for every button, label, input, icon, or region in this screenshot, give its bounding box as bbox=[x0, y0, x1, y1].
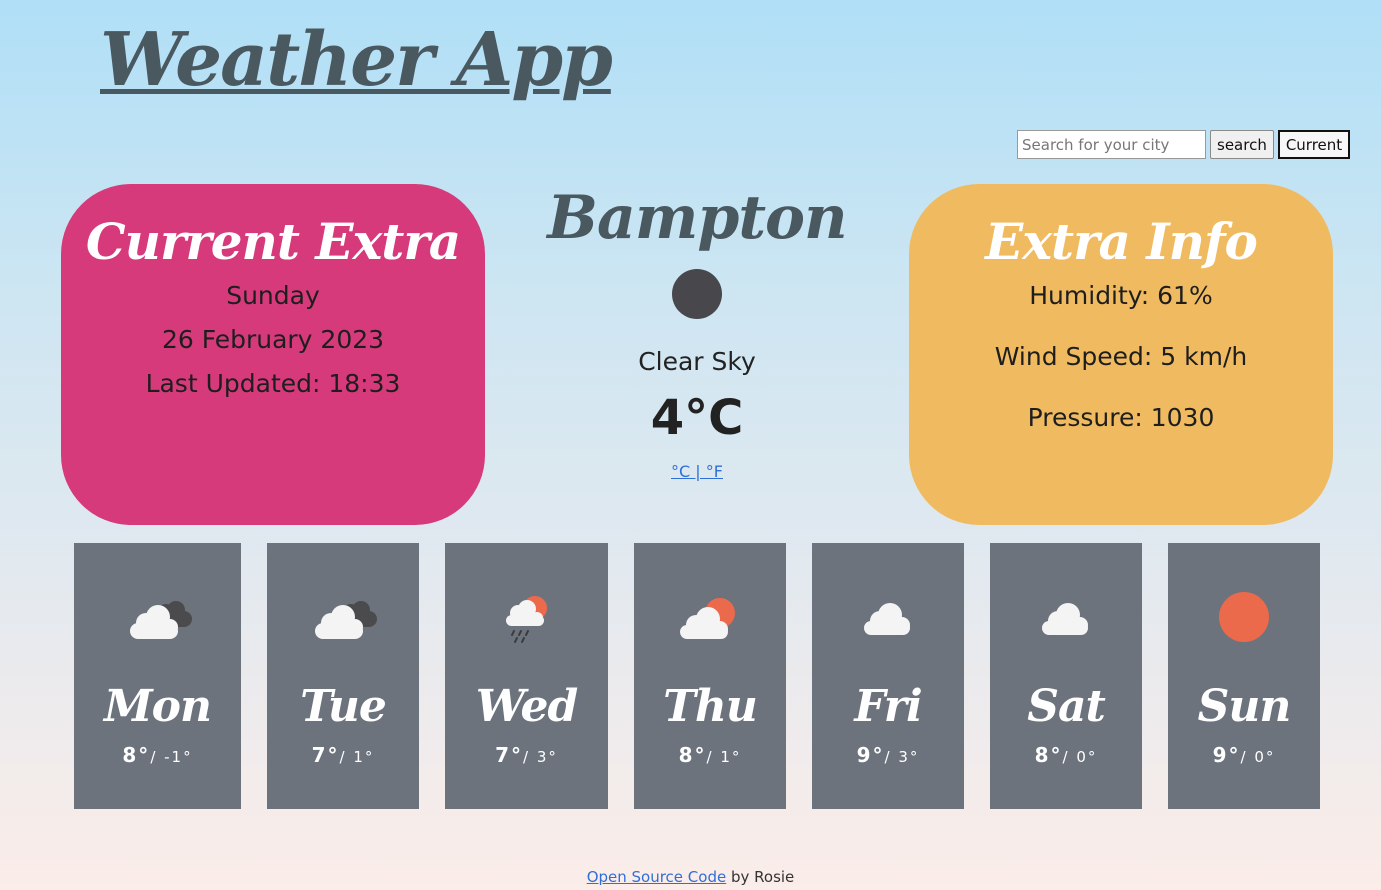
cloud-icon bbox=[812, 591, 964, 647]
cloud-icon bbox=[990, 591, 1142, 647]
footer-credit: by Rosie bbox=[726, 868, 795, 886]
forecast-max: 8° bbox=[122, 743, 151, 767]
partly-cloudy-icon bbox=[634, 591, 786, 647]
forecast-day: Thu bbox=[663, 681, 758, 732]
forecast-day: Wed bbox=[475, 681, 579, 732]
app-title: Weather App bbox=[100, 17, 613, 103]
current-extra-card: Current Extra Sunday 26 February 2023 La… bbox=[61, 184, 485, 525]
forecast-max: 8° bbox=[678, 743, 707, 767]
forecast-temps: 9°/ 0° bbox=[1168, 743, 1320, 767]
humidity: Humidity: 61% bbox=[1029, 281, 1213, 310]
forecast-day: Tue bbox=[300, 681, 387, 732]
current-day: Sunday bbox=[226, 281, 320, 310]
forecast-temps: 9°/ 3° bbox=[812, 743, 964, 767]
city-name: Bampton bbox=[547, 183, 847, 253]
search-button[interactable]: search bbox=[1210, 130, 1274, 159]
forecast-card: Sun 9°/ 0° bbox=[1168, 543, 1320, 809]
forecast-card: Tue 7°/ 1° bbox=[267, 543, 419, 809]
forecast-day: Fri bbox=[854, 681, 922, 732]
forecast-max: 8° bbox=[1034, 743, 1063, 767]
forecast-min: / 1° bbox=[339, 748, 375, 766]
forecast-min: / -1° bbox=[150, 748, 193, 766]
forecast-card: Sat 8°/ 0° bbox=[990, 543, 1142, 809]
extra-info-card: Extra Info Humidity: 61% Wind Speed: 5 k… bbox=[909, 184, 1333, 525]
forecast-temps: 7°/ 1° bbox=[267, 743, 419, 767]
rain-sun-icon bbox=[445, 591, 608, 647]
forecast-card: Wed 7°/ 3° bbox=[445, 543, 608, 809]
forecast-max: 7° bbox=[495, 743, 524, 767]
forecast-min: / 0° bbox=[1062, 748, 1098, 766]
footer: Open Source Code by Rosie bbox=[0, 868, 1381, 886]
moon-icon bbox=[672, 269, 722, 319]
search-form: search Current bbox=[1017, 130, 1351, 159]
weather-description: Clear Sky bbox=[638, 347, 756, 376]
cloudy-icon bbox=[267, 591, 419, 647]
forecast-max: 7° bbox=[311, 743, 340, 767]
forecast-temps: 7°/ 3° bbox=[445, 743, 608, 767]
forecast-temps: 8°/ 0° bbox=[990, 743, 1142, 767]
forecast-min: / 3° bbox=[884, 748, 920, 766]
current-weather: Bampton Clear Sky 4°C °C | °F bbox=[547, 183, 847, 482]
open-source-link[interactable]: Open Source Code bbox=[587, 868, 727, 886]
current-extra-title: Current Extra bbox=[85, 212, 461, 271]
forecast-max: 9° bbox=[856, 743, 885, 767]
forecast-temps: 8°/ -1° bbox=[74, 743, 241, 767]
unit-toggle-link[interactable]: °C | °F bbox=[671, 462, 723, 481]
forecast-max: 9° bbox=[1212, 743, 1241, 767]
wind-speed: Wind Speed: 5 km/h bbox=[994, 342, 1248, 371]
forecast-min: / 0° bbox=[1240, 748, 1276, 766]
last-updated: Last Updated: 18:33 bbox=[145, 369, 401, 398]
current-temperature: 4°C bbox=[650, 390, 744, 446]
sun-icon bbox=[1168, 591, 1320, 647]
search-input[interactable] bbox=[1017, 130, 1206, 159]
forecast-min: / 3° bbox=[523, 748, 558, 766]
forecast-day: Mon bbox=[103, 681, 212, 732]
forecast-day: Sun bbox=[1197, 681, 1292, 732]
forecast-card: Mon 8°/ -1° bbox=[74, 543, 241, 809]
current-location-button[interactable]: Current bbox=[1277, 130, 1351, 159]
forecast-day: Sat bbox=[1027, 681, 1106, 732]
forecast-card: Fri 9°/ 3° bbox=[812, 543, 964, 809]
forecast-card: Thu 8°/ 1° bbox=[634, 543, 786, 809]
forecast-temps: 8°/ 1° bbox=[634, 743, 786, 767]
extra-info-title: Extra Info bbox=[985, 212, 1258, 271]
forecast-min: / 1° bbox=[706, 748, 742, 766]
pressure: Pressure: 1030 bbox=[1027, 403, 1215, 432]
current-date: 26 February 2023 bbox=[161, 325, 385, 354]
cloudy-icon bbox=[74, 591, 241, 647]
